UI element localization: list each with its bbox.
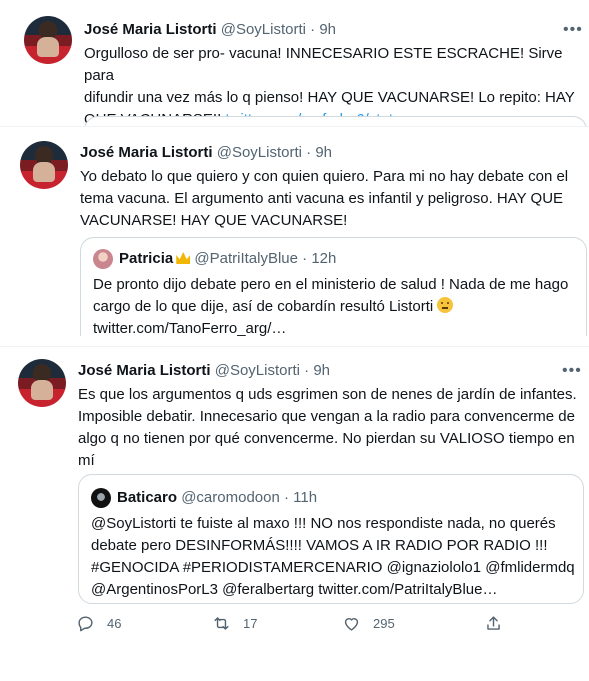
- tweet-2[interactable]: José Maria Listorti @SoyListorti · 9h Yo…: [0, 126, 589, 336]
- tweet-text: Yo debato lo que quiero y con quien quie…: [80, 166, 585, 232]
- retweet-button[interactable]: 17: [212, 614, 257, 633]
- quote-header: Patricia @PatriItalyBlue · 12h: [119, 249, 336, 269]
- quote-author-name: Baticaro: [117, 489, 178, 506]
- tweet-text-line: Orgulloso de ser pro- vacuna! INNECESARI…: [84, 45, 563, 84]
- like-button[interactable]: 295: [342, 614, 395, 633]
- quote-text-line: @ArgentinosPorL3 @feralbertarg twitter.c…: [91, 581, 498, 598]
- tweet-text-line: tema vacuna. El argumento anti vacuna es…: [80, 190, 564, 207]
- timestamp[interactable]: 9h: [319, 21, 336, 38]
- avatar[interactable]: [20, 141, 68, 189]
- tweet-header: José Maria Listorti @SoyListorti · 9h: [80, 143, 332, 163]
- quote-text-line: De pronto dijo debate pero en el ministe…: [93, 276, 569, 293]
- author-handle[interactable]: @SoyListorti: [221, 21, 306, 38]
- quote-timestamp: 11h: [293, 489, 318, 506]
- author-name[interactable]: José Maria Listorti: [78, 362, 211, 379]
- separator-dot: ·: [310, 21, 316, 38]
- more-horizontal-icon[interactable]: •••: [562, 363, 582, 379]
- share-icon: [487, 616, 500, 630]
- thinking-face-emoji: [437, 297, 454, 313]
- tweet-text: Es que los argumentos q uds esgrimen son…: [78, 384, 583, 472]
- quote-avatar: [91, 488, 111, 508]
- quote-text-line: cargo de lo que dije, así de cobardín re…: [93, 298, 434, 315]
- more-horizontal-icon[interactable]: •••: [563, 22, 583, 38]
- quote-text: @SoyListorti te fuiste al maxo !!! NO no…: [91, 513, 581, 601]
- quote-text-line: cargo de lo que dije, así de cobardín re…: [93, 296, 583, 318]
- tweet-text-line: Yo debato lo que quiero y con quien quie…: [80, 168, 569, 185]
- reply-button[interactable]: 46: [76, 614, 121, 633]
- tweet-1[interactable]: José Maria Listorti @SoyListorti · 9h ••…: [0, 0, 589, 126]
- author-name[interactable]: José Maria Listorti: [80, 144, 213, 161]
- separator-dot: ·: [304, 362, 310, 379]
- quote-text: De pronto dijo debate pero en el ministe…: [93, 274, 583, 336]
- tweet-text-line: Es que los argumentos q uds esgrimen son…: [78, 386, 577, 403]
- timestamp[interactable]: 9h: [313, 362, 330, 379]
- quote-timestamp: 12h: [311, 250, 337, 267]
- tweet-actions: 46 17 295: [76, 614, 516, 636]
- retweet-count: 17: [243, 616, 258, 631]
- separator-dot: ·: [302, 250, 308, 267]
- avatar[interactable]: [18, 359, 66, 407]
- tweet-header: José Maria Listorti @SoyListorti · 9h: [84, 20, 336, 40]
- author-name[interactable]: José Maria Listorti: [84, 21, 217, 38]
- quoted-tweet[interactable]: Baticaro @caromodoon · 11h @SoyListorti …: [78, 474, 584, 604]
- quote-author-handle: @PatriItalyBlue: [194, 250, 298, 267]
- heart-icon: [344, 618, 359, 631]
- quote-text-line: #GENOCIDA #PERIODISTAMERCENARIO @ignazio…: [91, 559, 575, 576]
- timestamp[interactable]: 9h: [315, 144, 332, 161]
- like-count: 295: [373, 616, 395, 631]
- quote-author-name: Patricia: [119, 250, 174, 267]
- quoted-tweet-stub[interactable]: [84, 116, 587, 126]
- reply-icon: [78, 616, 93, 632]
- tweet-text: Orgulloso de ser pro- vacuna! INNECESARI…: [84, 43, 584, 126]
- author-handle[interactable]: @SoyListorti: [217, 144, 302, 161]
- quote-avatar: [93, 249, 113, 269]
- quoted-tweet[interactable]: Patricia @PatriItalyBlue · 12h De pronto…: [80, 237, 587, 336]
- tweet-text-line: Imposible debatir. Innecesario que venga…: [78, 408, 575, 425]
- tweet-text-line: mí: [78, 452, 95, 469]
- tweet-text-line: VACUNARSE! HAY QUE VACUNARSE!: [80, 212, 348, 229]
- tweet-header: José Maria Listorti @SoyListorti · 9h: [78, 361, 330, 381]
- quote-text-line: @SoyListorti te fuiste al maxo !!! NO no…: [91, 515, 556, 532]
- separator-dot: ·: [284, 489, 289, 506]
- author-handle[interactable]: @SoyListorti: [215, 362, 300, 379]
- avatar[interactable]: [24, 16, 72, 64]
- share-button[interactable]: [484, 614, 515, 633]
- retweet-icon: [214, 617, 229, 630]
- reply-count: 46: [107, 616, 122, 631]
- quote-header: Baticaro @caromodoon · 11h: [117, 488, 317, 508]
- tweet-text-line: algo q no tienen por qué convencerme. No…: [78, 430, 575, 447]
- separator-dot: ·: [306, 144, 312, 161]
- quote-author-handle: @caromodoon: [181, 489, 280, 506]
- quote-text-line[interactable]: twitter.com/TanoFerro_arg/…: [93, 318, 583, 336]
- crown-badge-icon: [176, 252, 191, 264]
- quote-text-line: debate pero DESINFORMÁS!!!! VAMOS A IR R…: [91, 537, 548, 554]
- tweet-text-line: difundir una vez más lo q pienso! HAY QU…: [84, 89, 575, 106]
